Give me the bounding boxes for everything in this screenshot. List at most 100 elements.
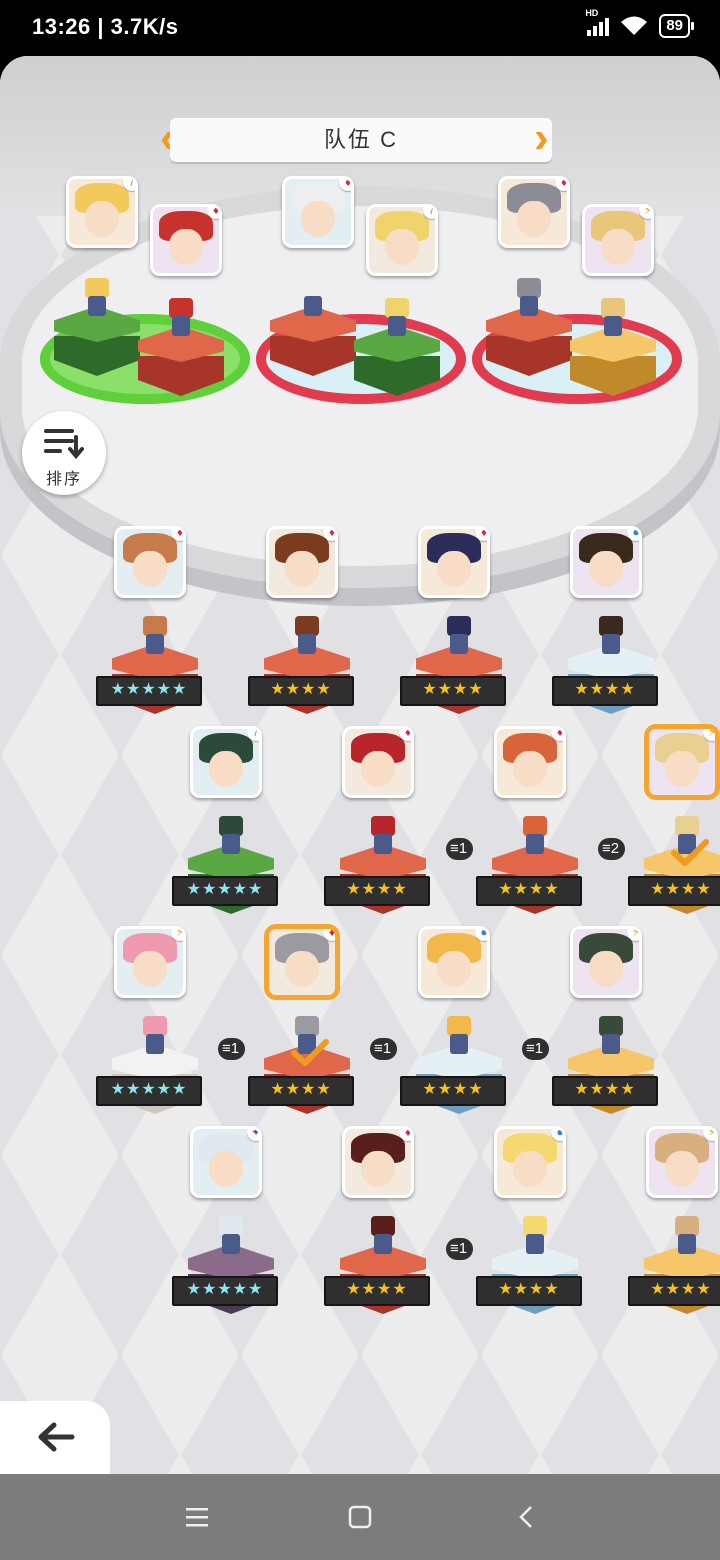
character-portrait[interactable]: /: [66, 176, 138, 248]
sort-icon: [44, 429, 84, 460]
sprite-body: [678, 1234, 696, 1254]
chibi-sprite: [290, 616, 324, 656]
character-portrait[interactable]: ⚡: [646, 1126, 718, 1198]
portrait-face: [665, 751, 699, 787]
character-portrait[interactable]: ♦: [150, 204, 222, 276]
sprite-body: [602, 1034, 620, 1054]
character-portrait[interactable]: ⚡: [114, 926, 186, 998]
chibi-sprite: [670, 1216, 704, 1256]
character-portrait[interactable]: ♦: [418, 526, 490, 598]
character-portrait[interactable]: ♦: [114, 526, 186, 598]
character-portrait[interactable]: ♦: [266, 926, 338, 998]
character-portrait[interactable]: ♦: [494, 726, 566, 798]
chibi-sprite: [164, 298, 198, 338]
level-badge: ≡1: [522, 1038, 550, 1060]
pedestal-side: [54, 336, 140, 376]
portrait-face: [437, 951, 471, 987]
sprite-body: [222, 834, 240, 854]
sprite-head: [447, 1016, 471, 1036]
back-button[interactable]: 返回: [0, 1401, 110, 1474]
portrait-face: [285, 951, 319, 987]
pedestal-side: [570, 356, 656, 396]
sprite-head: [447, 616, 471, 636]
chibi-sprite: [380, 298, 414, 338]
chibi-sprite: [366, 816, 400, 856]
level-badge: ≡1: [446, 1238, 474, 1260]
character-portrait[interactable]: /: [366, 204, 438, 276]
menu-icon[interactable]: [184, 1504, 210, 1530]
sprite-body: [526, 834, 544, 854]
sort-button[interactable]: 排序: [22, 411, 106, 495]
sprite-head: [295, 616, 319, 636]
chibi-sprite: [138, 616, 172, 656]
pedestal-side: [138, 356, 224, 396]
sprite-body: [526, 1234, 544, 1254]
character-portrait[interactable]: ⚡: [646, 726, 718, 798]
character-portrait[interactable]: ●: [570, 526, 642, 598]
portrait-face: [85, 201, 119, 237]
portrait-face: [285, 551, 319, 587]
portrait-face: [361, 751, 395, 787]
star-rating: ★★★★★: [96, 1076, 202, 1106]
sprite-head: [675, 1216, 699, 1236]
sprite-body: [146, 634, 164, 654]
character-portrait[interactable]: ⚡: [570, 926, 642, 998]
in-team-check-icon: [291, 1039, 329, 1066]
star-rating: ★★★★: [628, 876, 720, 906]
sprite-body: [88, 296, 106, 316]
character-portrait[interactable]: /: [190, 726, 262, 798]
sprite-body: [146, 1034, 164, 1054]
character-portrait[interactable]: ✦: [190, 1126, 262, 1198]
character-portrait[interactable]: ♦: [282, 176, 354, 248]
sprite-head: [385, 298, 409, 318]
portrait-face: [385, 229, 419, 265]
sprite-head: [599, 1016, 623, 1036]
portrait-face: [513, 1151, 547, 1187]
chibi-sprite: [214, 1216, 248, 1256]
star-rating: ★★★★: [628, 1276, 720, 1306]
next-team-button[interactable]: ›: [534, 114, 558, 166]
sprite-head: [601, 298, 625, 318]
character-portrait[interactable]: ●: [418, 926, 490, 998]
sprite-head: [169, 298, 193, 318]
star-rating: ★★★★: [476, 1276, 582, 1306]
level-badge: ≡1: [446, 838, 474, 860]
sprite-head: [219, 816, 243, 836]
sprite-body: [604, 316, 622, 336]
back-nav-icon[interactable]: [514, 1504, 540, 1530]
star-rating: ★★★★: [324, 1276, 430, 1306]
chibi-sprite: [518, 816, 552, 856]
portrait-face: [133, 551, 167, 587]
sprite-body: [304, 296, 322, 316]
home-icon[interactable]: [347, 1504, 373, 1530]
star-rating: ★★★★★: [96, 676, 202, 706]
chibi-sprite: [138, 1016, 172, 1056]
star-rating: ★★★★: [476, 876, 582, 906]
sprite-head: [143, 1016, 167, 1036]
sprite-body: [450, 634, 468, 654]
chibi-sprite: [594, 616, 628, 656]
character-portrait[interactable]: ♦: [342, 1126, 414, 1198]
character-portrait[interactable]: ♦: [266, 526, 338, 598]
wifi-icon: [621, 16, 648, 35]
sprite-body: [602, 634, 620, 654]
chibi-sprite: [366, 1216, 400, 1256]
character-portrait[interactable]: ⚡: [582, 204, 654, 276]
character-portrait[interactable]: ●: [494, 1126, 566, 1198]
arrow-left-icon: [38, 1422, 75, 1452]
network-label: HD: [585, 8, 599, 18]
sprite-head: [219, 1216, 243, 1236]
character-portrait[interactable]: ♦: [342, 726, 414, 798]
chibi-sprite: [296, 278, 330, 318]
portrait-face: [209, 751, 243, 787]
pedestal-side: [486, 336, 572, 376]
team-name-banner: 队伍 C: [170, 118, 552, 162]
star-rating: ★★★★: [324, 876, 430, 906]
character-portrait[interactable]: ♦: [498, 176, 570, 248]
sprite-head: [523, 1216, 547, 1236]
portrait-face: [589, 551, 623, 587]
star-rating: ★★★★★: [172, 876, 278, 906]
chibi-sprite: [442, 1016, 476, 1056]
sprite-head: [85, 278, 109, 298]
status-time: 13:26 | 3.7K/s: [32, 14, 179, 39]
